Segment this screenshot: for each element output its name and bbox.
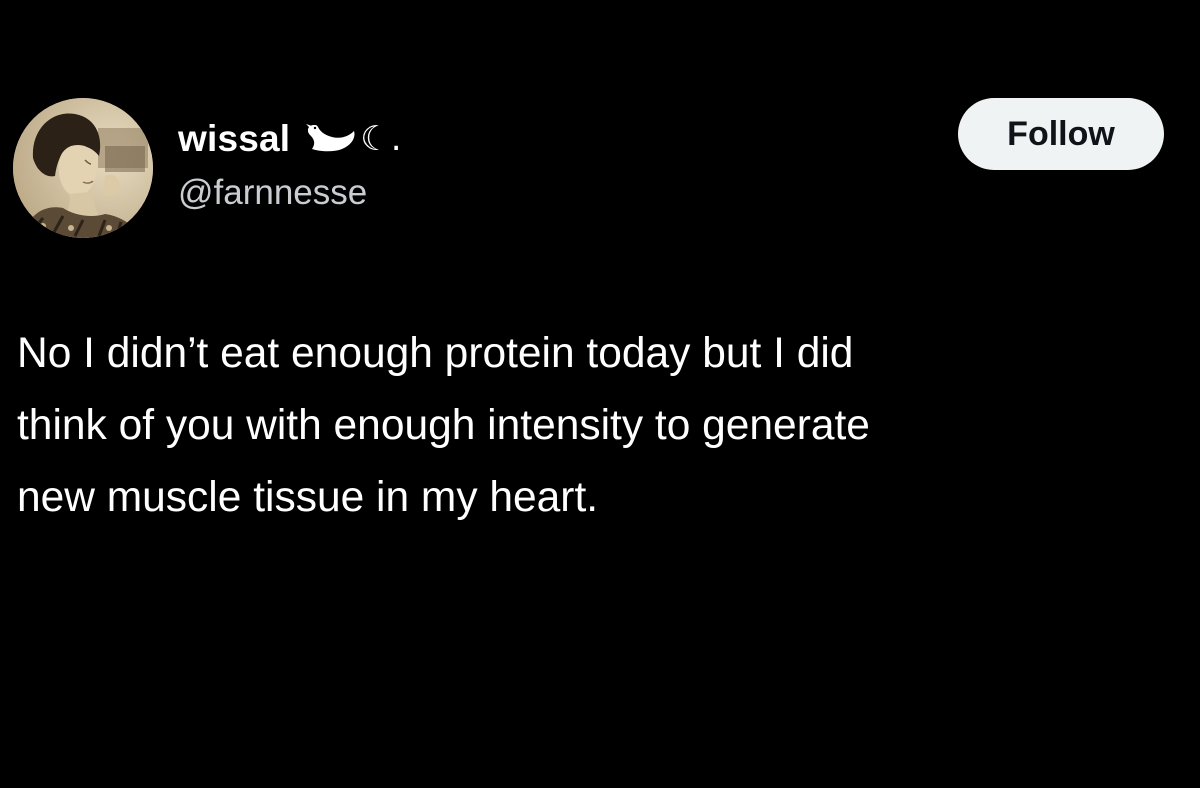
crescent-moon-icon: ☾. — [360, 119, 402, 159]
avatar-portrait-image — [13, 98, 153, 238]
author-name-row: wissal ☾. — [178, 116, 402, 162]
name-emoji-group: ☾. — [302, 119, 402, 159]
user-handle[interactable]: @farnnesse — [178, 173, 367, 213]
swan-icon — [302, 121, 358, 157]
tweet-line: think of you with enough intensity to ge… — [17, 402, 870, 449]
display-name[interactable]: wissal — [178, 118, 290, 160]
avatar[interactable] — [13, 98, 153, 238]
tweet-card: wissal ☾. @farnnesse Follow No I didn’t … — [0, 0, 1200, 788]
tweet-line: No I didn’t eat enough protein today but… — [17, 330, 854, 377]
tweet-text: No I didn’t eat enough protein today but… — [17, 318, 1167, 534]
follow-button[interactable]: Follow — [958, 98, 1164, 170]
tweet-line: new muscle tissue in my heart. — [17, 474, 599, 521]
